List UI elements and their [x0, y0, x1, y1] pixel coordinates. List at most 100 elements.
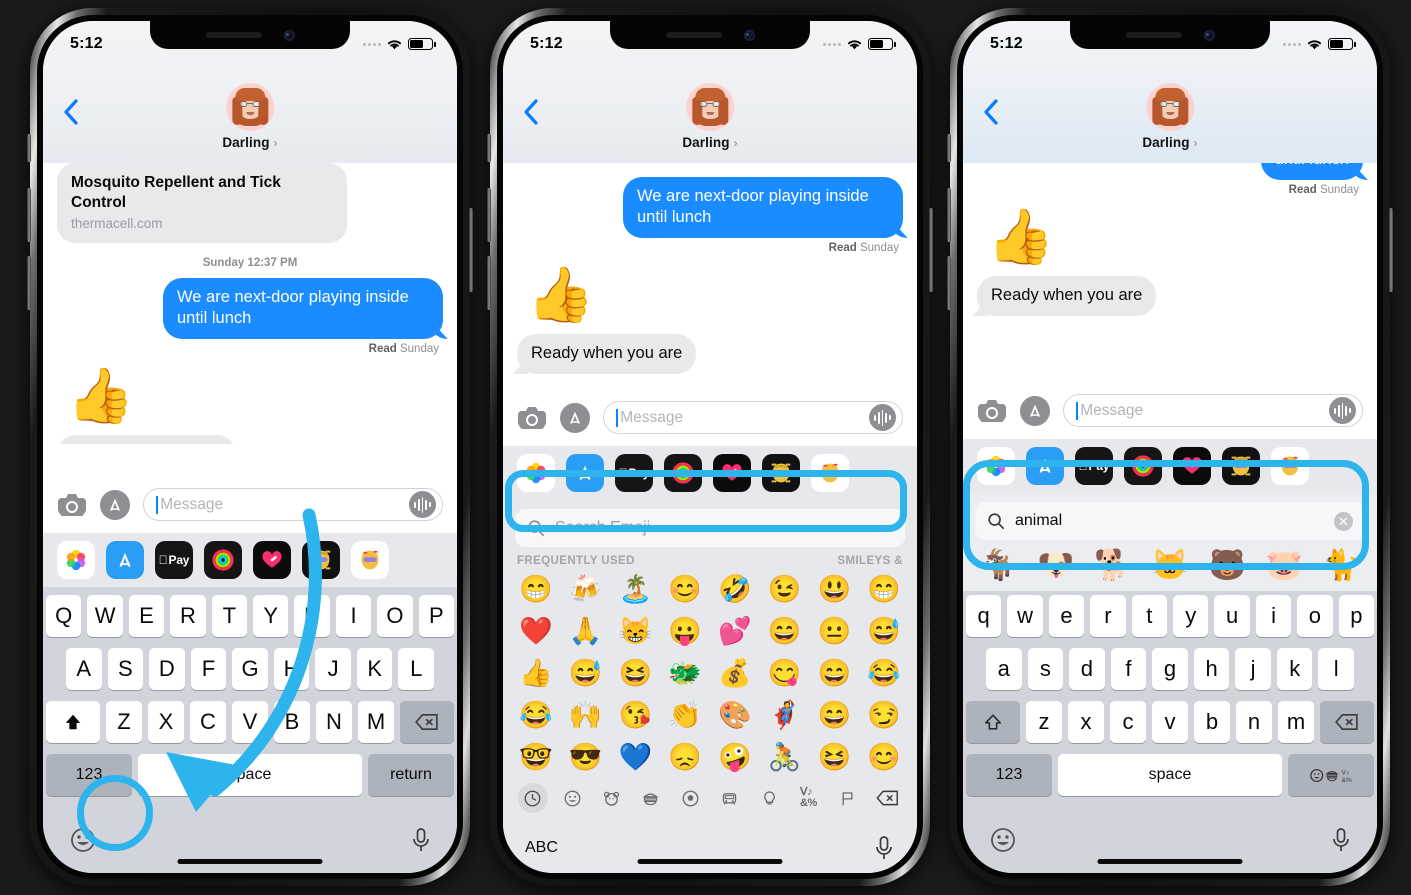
- health-app-icon[interactable]: [713, 454, 751, 492]
- key-c[interactable]: c: [1110, 701, 1146, 743]
- microphone-icon[interactable]: [410, 825, 432, 855]
- space-key[interactable]: space: [1058, 754, 1282, 796]
- result-emoji[interactable]: 🐷: [1257, 548, 1312, 583]
- emoji-category-bar[interactable]: Ⅴ♪ &%: [503, 777, 917, 817]
- appstore-app-icon[interactable]: [106, 541, 144, 579]
- volume-down-button[interactable]: [487, 256, 491, 310]
- result-emoji[interactable]: 🐈: [1314, 548, 1369, 583]
- emoji-cell[interactable]: 😄: [810, 695, 860, 735]
- emoji-search-panel[interactable]: ✕ 🐐 🐶 🐕 🐱 🐻 🐷 🐈: [963, 493, 1377, 591]
- key-a[interactable]: a: [985, 648, 1022, 690]
- emoji-keyboard-panel[interactable]: FREQUENTLY USED SMILEYS & 😁 🍻 🏝️ 😊 🤣 😉 😃…: [503, 500, 917, 873]
- key-r[interactable]: R: [170, 595, 206, 637]
- key-g[interactable]: g: [1152, 648, 1188, 690]
- backspace-icon[interactable]: [400, 701, 454, 743]
- camera-icon[interactable]: [57, 490, 87, 520]
- emoji-cell[interactable]: 😉: [760, 569, 810, 609]
- outgoing-bubble-truncated[interactable]: until lunch: [1260, 163, 1363, 181]
- key-y[interactable]: Y: [253, 595, 289, 637]
- key-l[interactable]: l: [1318, 648, 1355, 690]
- power-button[interactable]: [469, 208, 473, 292]
- result-emoji[interactable]: 🐕: [1085, 548, 1140, 583]
- home-indicator[interactable]: [177, 859, 323, 864]
- emoji-cell[interactable]: 😂: [511, 695, 561, 735]
- home-indicator[interactable]: [637, 859, 783, 864]
- volume-up-button[interactable]: [487, 188, 491, 242]
- message-input-field[interactable]: Message: [1063, 394, 1363, 427]
- key-v[interactable]: v: [1152, 701, 1188, 743]
- camera-icon[interactable]: [517, 403, 547, 433]
- imessage-app-drawer[interactable]: Pay: [43, 533, 457, 587]
- memoji-app-icon-2[interactable]: [1271, 447, 1309, 485]
- volume-up-button[interactable]: [947, 188, 951, 242]
- emoji-cell[interactable]: 🙏: [561, 611, 611, 651]
- key-h[interactable]: h: [1193, 648, 1230, 690]
- appstore-icon[interactable]: [100, 489, 130, 520]
- avatar[interactable]: [225, 83, 274, 131]
- message-input-field[interactable]: Message: [143, 488, 443, 521]
- emoji-message[interactable]: 👍: [987, 210, 1363, 264]
- incoming-bubble[interactable]: Ready when you are: [517, 334, 697, 375]
- emoji-cell[interactable]: 😊: [660, 569, 710, 609]
- key-j[interactable]: j: [1235, 648, 1271, 690]
- key-p[interactable]: p: [1338, 595, 1375, 637]
- space-key[interactable]: space: [138, 754, 362, 796]
- emoji-cell[interactable]: 🤣: [710, 569, 760, 609]
- emoji-cell[interactable]: 😂: [859, 653, 909, 693]
- emoji-search-input[interactable]: [555, 519, 893, 537]
- emoji-cell[interactable]: 🚴: [760, 737, 810, 777]
- key-q[interactable]: q: [965, 595, 1002, 637]
- emoji-cell[interactable]: 😃: [810, 569, 860, 609]
- key-y[interactable]: y: [1173, 595, 1209, 637]
- key-t[interactable]: t: [1131, 595, 1167, 637]
- key-x[interactable]: x: [1068, 701, 1104, 743]
- key-d[interactable]: D: [149, 648, 185, 690]
- emoji-cell[interactable]: 😄: [760, 611, 810, 651]
- emoji-cell[interactable]: 😎: [561, 737, 611, 777]
- memoji-app-icon-1[interactable]: [302, 541, 340, 579]
- contact-info[interactable]: Darling ›: [682, 83, 738, 150]
- back-icon[interactable]: [983, 99, 998, 125]
- result-emoji[interactable]: 🐶: [1028, 548, 1083, 583]
- qwerty-keyboard-uppercase[interactable]: Q W E R T Y U I O P A S D F G H J K L Z …: [43, 587, 457, 873]
- emoji-cell[interactable]: 👍: [511, 653, 561, 693]
- microphone-icon[interactable]: [873, 833, 895, 863]
- key-k[interactable]: K: [356, 648, 393, 690]
- appstore-app-icon[interactable]: [1026, 447, 1064, 485]
- key-e[interactable]: e: [1048, 595, 1085, 637]
- key-n[interactable]: N: [316, 701, 352, 743]
- incoming-bubble[interactable]: Ready when you are: [57, 435, 237, 444]
- emoji-cell[interactable]: 😄: [810, 653, 860, 693]
- emoji-search-input-active[interactable]: [1015, 512, 1324, 530]
- contact-info[interactable]: Darling ›: [222, 83, 278, 150]
- key-w[interactable]: W: [87, 595, 123, 637]
- avatar[interactable]: [685, 83, 734, 131]
- key-l[interactable]: L: [398, 648, 435, 690]
- key-b[interactable]: b: [1194, 701, 1230, 743]
- health-app-icon[interactable]: [1173, 447, 1211, 485]
- abc-key[interactable]: ABC: [525, 839, 558, 857]
- emoji-cell[interactable]: 🤓: [511, 737, 561, 777]
- emoji-search-field[interactable]: [515, 509, 905, 547]
- audio-waveform-icon[interactable]: [869, 404, 896, 431]
- key-n[interactable]: n: [1236, 701, 1272, 743]
- emoji-cell[interactable]: 😘: [611, 695, 661, 735]
- key-p[interactable]: P: [418, 595, 455, 637]
- emoji-cell[interactable]: 🐲: [660, 653, 710, 693]
- key-u[interactable]: u: [1214, 595, 1250, 637]
- emoji-cell[interactable]: 👏: [660, 695, 710, 735]
- emoji-grid[interactable]: 😁 🍻 🏝️ 😊 🤣 😉 😃 😁 ❤️ 🙏 😸 😛 💕 😄 😐 😅 👍 😅 😆 …: [503, 569, 917, 777]
- shift-icon[interactable]: [46, 701, 100, 743]
- incoming-bubble[interactable]: Ready when you are: [977, 276, 1157, 317]
- smileys-category-icon[interactable]: [557, 783, 587, 813]
- key-s[interactable]: S: [107, 648, 144, 690]
- avatar[interactable]: [1145, 83, 1194, 131]
- emoji-cell[interactable]: 🤪: [710, 737, 760, 777]
- key-z[interactable]: z: [1026, 701, 1062, 743]
- key-c[interactable]: C: [190, 701, 226, 743]
- key-x[interactable]: X: [148, 701, 184, 743]
- result-emoji[interactable]: 🐻: [1200, 548, 1255, 583]
- power-button[interactable]: [929, 208, 933, 292]
- emoji-cell[interactable]: 😁: [511, 569, 561, 609]
- link-preview-card[interactable]: Mosquito Repellent and Tick Control ther…: [57, 163, 347, 244]
